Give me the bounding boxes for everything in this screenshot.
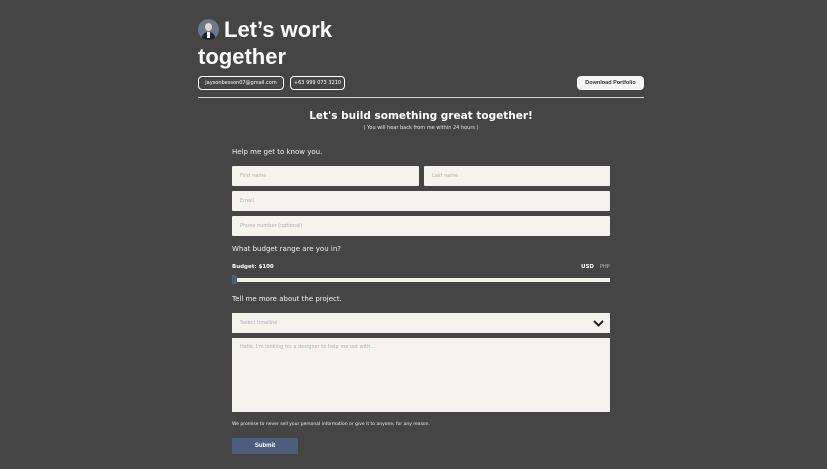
form-title: Let's build something great together! xyxy=(309,110,533,122)
download-portfolio-button[interactable]: Download Portfolio xyxy=(577,76,644,90)
currency-php-toggle[interactable]: PHP xyxy=(600,264,610,270)
project-message-textarea[interactable]: Hello, I'm looking for a designer to hel… xyxy=(232,338,610,412)
budget-value-label: Budget: $100 xyxy=(232,264,274,270)
email-link[interactable]: jaysonbesson07@gmail.com xyxy=(198,76,284,90)
privacy-note: We promise to never sell your personal i… xyxy=(232,422,430,427)
avatar xyxy=(198,19,219,40)
timeline-select[interactable]: Select timeline xyxy=(232,313,610,333)
budget-slider-track[interactable] xyxy=(232,278,610,282)
section-budget-label: What budget range are you in? xyxy=(232,245,341,253)
timeline-select-placeholder: Select timeline xyxy=(240,320,278,326)
header-divider xyxy=(198,97,644,98)
page-title: Let’s work together xyxy=(198,16,418,70)
email-input[interactable]: Email xyxy=(232,191,610,211)
currency-usd-toggle[interactable]: USD xyxy=(581,264,594,270)
first-name-input[interactable]: First name xyxy=(232,166,419,186)
phone-input[interactable]: Phone number (optional) xyxy=(232,216,610,236)
chevron-down-icon xyxy=(593,320,604,327)
section-about-label: Help me get to know you. xyxy=(232,148,323,156)
form-subtitle: ( You will hear back from me within 24 h… xyxy=(363,125,479,131)
budget-slider-thumb[interactable] xyxy=(232,275,237,284)
last-name-input[interactable]: Last name xyxy=(424,166,610,186)
submit-button[interactable]: Submit xyxy=(232,438,298,454)
phone-link[interactable]: +63 999 073 3210 xyxy=(290,76,345,90)
section-project-label: Tell me more about the project. xyxy=(232,295,342,303)
